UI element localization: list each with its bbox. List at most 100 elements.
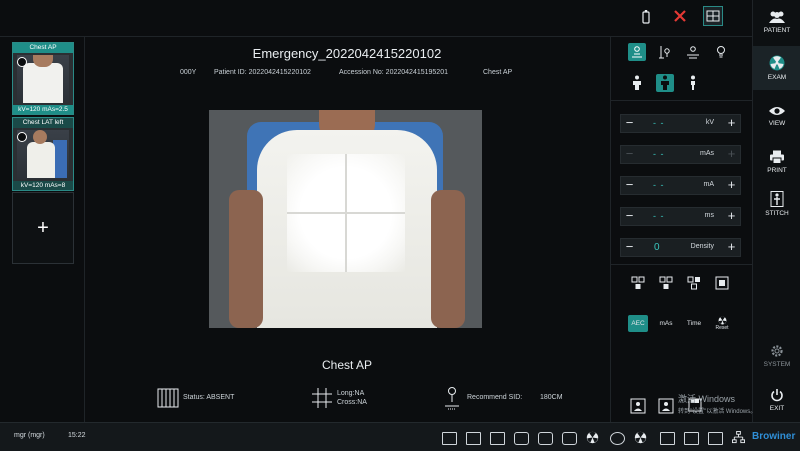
- nav-system-label: SYSTEM: [763, 361, 791, 368]
- nav-stitch[interactable]: STITCH: [753, 182, 800, 226]
- person-icon: [633, 75, 641, 90]
- thumbnail-title: Chest LAT left: [13, 118, 73, 128]
- aec-field-all-button[interactable]: [713, 274, 731, 292]
- recommend-sid-label: Recommend SID:: [467, 394, 523, 401]
- temperature-status-icon: [610, 432, 625, 445]
- kv-increase-button[interactable]: +: [723, 115, 740, 132]
- ms-value: - -: [653, 211, 665, 221]
- thumbnail-image: [13, 128, 73, 181]
- grid-status-icon: [562, 432, 577, 445]
- ma-unit: mA: [703, 181, 715, 188]
- aec-field-all-icon: [715, 276, 729, 290]
- thumbnail-params: kV=120 mAs=8: [13, 181, 73, 190]
- nav-system[interactable]: SYSTEM: [753, 334, 800, 378]
- table-icon: [687, 46, 699, 59]
- tube-status-icon: [514, 432, 529, 445]
- ma-decrease-button[interactable]: −: [621, 177, 638, 194]
- radio-dot-icon: [17, 132, 27, 142]
- battery-icon[interactable]: [641, 9, 651, 27]
- brand-logo: Browiner: [752, 431, 796, 442]
- study-title: Emergency_2022042415220102: [252, 46, 442, 61]
- bottom-status-bar: mgr (mgr) 15:22 Browiner: [0, 422, 800, 451]
- window-switch-icon[interactable]: [703, 6, 723, 28]
- density-decrease-button[interactable]: −: [621, 239, 638, 256]
- kv-control: − - - kV +: [620, 114, 741, 133]
- cancel-exposure-icon[interactable]: [673, 9, 687, 25]
- aec-field-left-button[interactable]: [629, 274, 647, 292]
- nav-print[interactable]: PRINT: [753, 140, 800, 184]
- detector-position-wall-button[interactable]: [656, 43, 674, 61]
- ma-increase-button[interactable]: +: [723, 177, 740, 194]
- ms-decrease-button[interactable]: −: [621, 208, 638, 225]
- nav-exit[interactable]: EXIT: [753, 378, 800, 422]
- watermark-line-2: 转到"设置"以激活 Windows。: [678, 409, 757, 415]
- mas-control: − - - mAs +: [620, 145, 741, 164]
- crosshair-icon: [312, 388, 332, 410]
- kv-unit: kV: [705, 119, 714, 126]
- standing-detector-icon: [632, 46, 642, 58]
- patient-age: 000Y: [180, 69, 197, 76]
- thumbnail-chest-ap[interactable]: Chest AP kV=120 mAs=2.5: [12, 42, 74, 115]
- ma-value: - -: [653, 180, 665, 190]
- detector-position-standing-button[interactable]: [628, 43, 646, 61]
- aec-field-right-icon: [687, 276, 700, 290]
- mode-time-button[interactable]: Time: [684, 315, 704, 332]
- power-icon: [771, 389, 783, 402]
- add-view-button[interactable]: +: [12, 192, 74, 264]
- radiation-icon: [769, 55, 785, 71]
- generator-status-icon: [442, 432, 457, 445]
- mode-reset-button[interactable]: Reset: [712, 315, 732, 332]
- clock: 15:22: [68, 432, 86, 439]
- mas-increase-button[interactable]: +: [723, 146, 740, 163]
- display-status-icon: [684, 432, 699, 445]
- nav-stitch-label: STITCH: [765, 210, 789, 217]
- bulb-icon: [717, 46, 725, 58]
- eye-icon: [769, 107, 785, 115]
- collimator-status-icon: [538, 432, 553, 445]
- nav-exam-label: EXAM: [767, 74, 787, 81]
- sid-icon: [442, 386, 462, 412]
- aec-field-center-button[interactable]: [657, 274, 675, 292]
- thumbnail-chest-lat-left[interactable]: Chest LAT left kV=120 mAs=8: [12, 117, 74, 191]
- recommend-sid-value: 180CM: [540, 394, 563, 401]
- detector-2-status-icon: [490, 432, 505, 445]
- patient-card-icon[interactable]: [658, 398, 674, 416]
- cross-value: Cross:NA: [337, 399, 367, 406]
- body-size-medium-button[interactable]: [656, 74, 674, 92]
- mas-decrease-button[interactable]: −: [621, 146, 638, 163]
- detector-position-free-button[interactable]: [712, 43, 730, 61]
- kv-decrease-button[interactable]: −: [621, 115, 638, 132]
- thumbnail-image: [13, 53, 73, 105]
- nav-print-label: PRINT: [767, 167, 787, 174]
- body-size-small-button[interactable]: [628, 74, 646, 92]
- aec-field-left-icon: [631, 276, 645, 289]
- printer-icon: [770, 150, 784, 164]
- network-tree-icon: [732, 431, 745, 446]
- right-navigation: PATIENT EXAM VIEW PRINT STITCH SYSTEM EX…: [752, 0, 800, 422]
- grid-icon: [157, 388, 179, 410]
- aec-field-center-icon: [659, 276, 673, 289]
- gear-icon: [771, 345, 783, 357]
- nav-patient-label: PATIENT: [763, 27, 791, 34]
- body-size-thin-button[interactable]: [684, 74, 702, 92]
- aec-field-right-button[interactable]: [685, 274, 703, 292]
- ma-control: − - - mA +: [620, 176, 741, 195]
- radio-dot-icon: [17, 57, 27, 67]
- person-icon: [661, 75, 669, 90]
- save-image-icon[interactable]: [630, 398, 646, 416]
- detector-position-table-button[interactable]: [684, 43, 702, 61]
- user-name: mgr (mgr): [14, 432, 45, 439]
- protocol-name: Chest AP: [483, 69, 513, 76]
- thumbnail-params: kV=120 mAs=2.5: [13, 105, 73, 114]
- monitor-status-icon: [660, 432, 675, 445]
- mode-mas-button[interactable]: mAs: [656, 315, 676, 332]
- reset-radiation-icon: [718, 316, 726, 325]
- nav-exam[interactable]: EXAM: [753, 46, 800, 90]
- ms-increase-button[interactable]: +: [723, 208, 740, 225]
- density-increase-button[interactable]: +: [723, 239, 740, 256]
- nav-patient[interactable]: PATIENT: [753, 0, 800, 44]
- mode-aec-button[interactable]: AEC: [628, 315, 648, 332]
- mode-reset-label: Reset: [715, 325, 729, 331]
- thumbnail-title: Chest AP: [13, 43, 73, 53]
- nav-view[interactable]: VIEW: [753, 94, 800, 138]
